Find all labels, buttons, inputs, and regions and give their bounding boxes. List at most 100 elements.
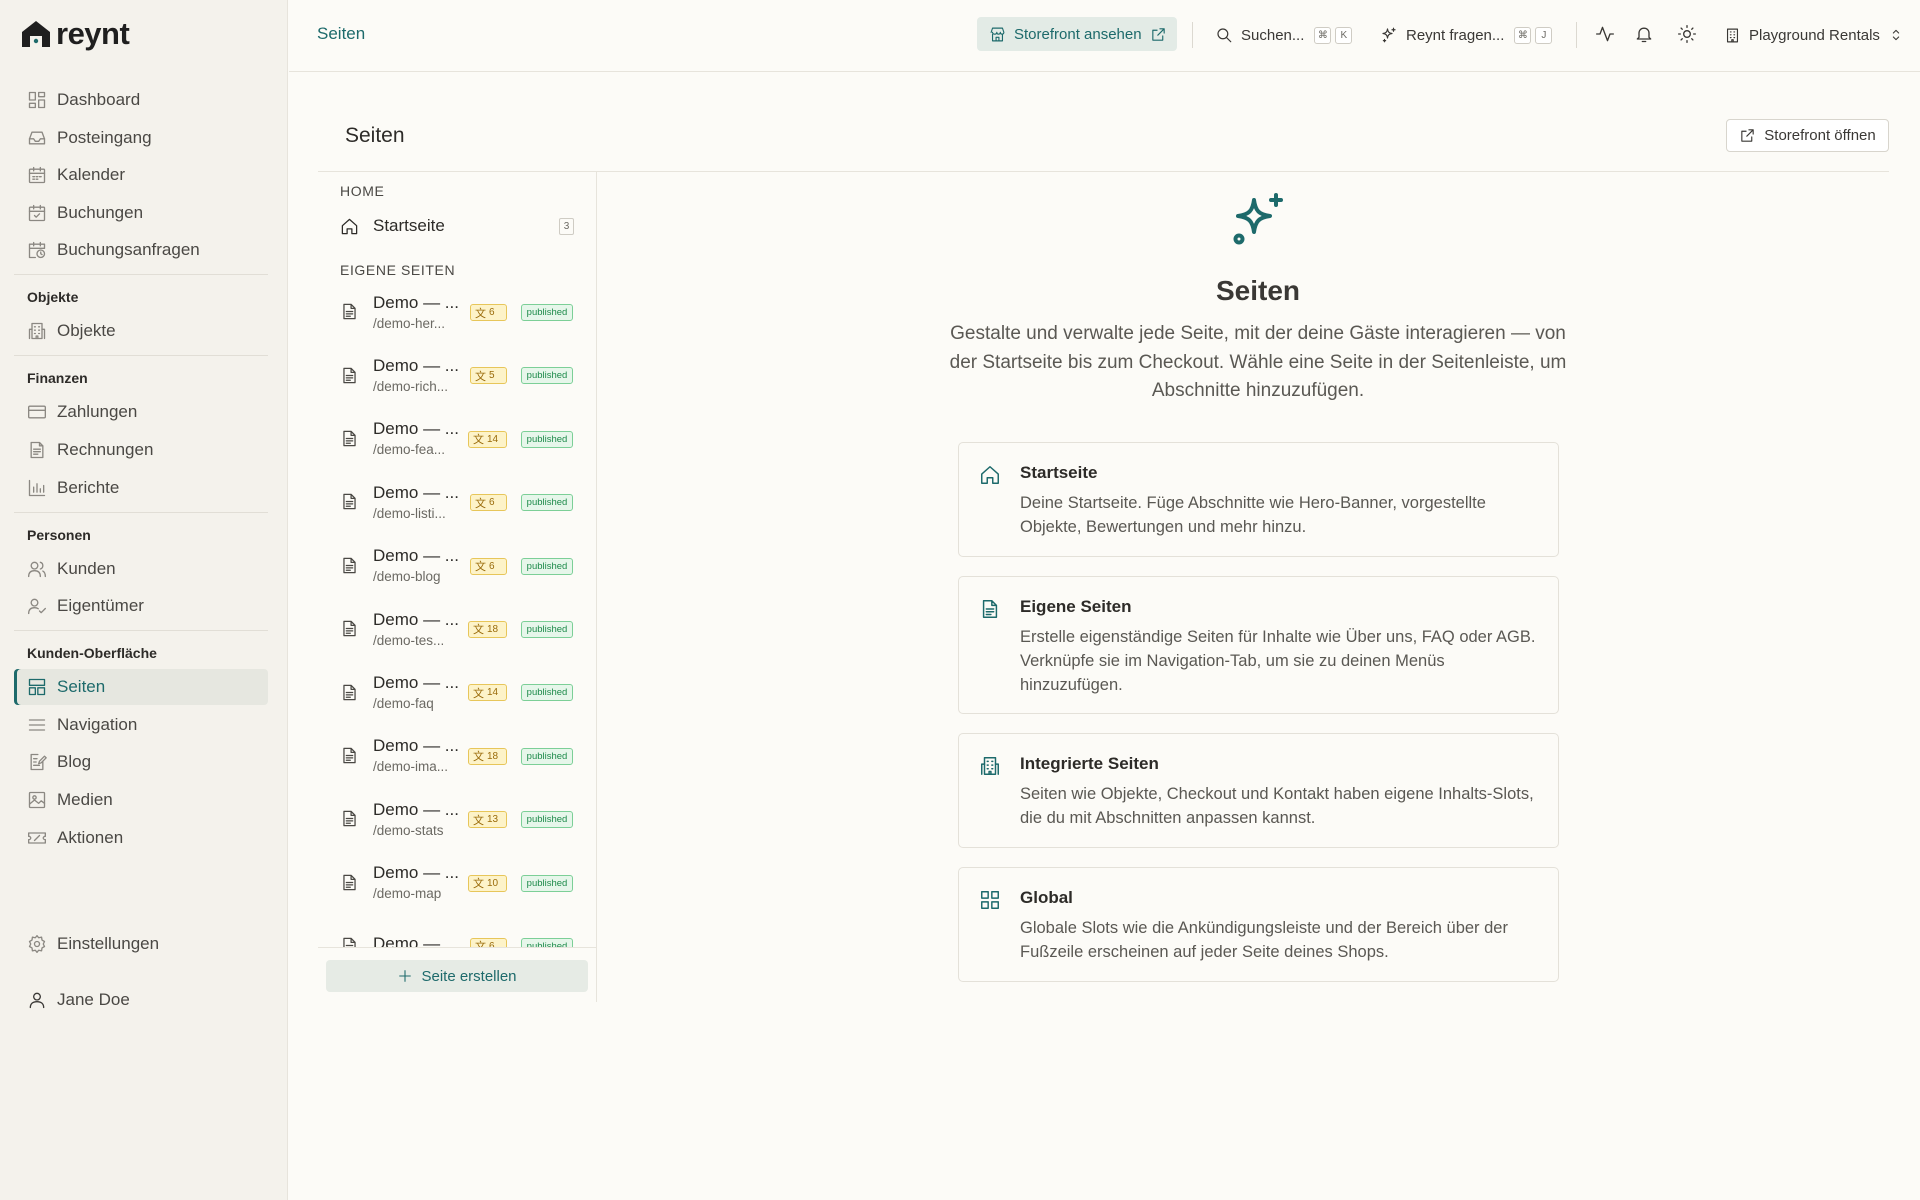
sidebar-heading-personen: Personen	[27, 526, 91, 543]
sidebar-item-objekte[interactable]: Objekte	[14, 313, 268, 349]
info-title: Seiten	[1215, 275, 1301, 306]
sidebar-item-label: Berichte	[57, 477, 120, 497]
translation-count: 5	[489, 370, 495, 382]
translate-icon: 文	[475, 307, 486, 320]
page-list-item[interactable]: Demo — ... /demo-fea... 文 14 published	[318, 407, 596, 470]
topbar-divider	[1576, 22, 1577, 48]
info-card-startseite: Startseite Deine Startseite. Füge Abschn…	[958, 442, 1559, 557]
page-title-text: Demo — ...	[373, 482, 459, 502]
building-icon	[981, 757, 999, 775]
translation-count: 6	[489, 497, 495, 509]
open-storefront-button[interactable]: Storefront öffnen	[1726, 119, 1889, 152]
ask-shortcut-key: ⌘	[1514, 26, 1532, 44]
sun-icon[interactable]	[1677, 24, 1697, 44]
activity-icon[interactable]	[1595, 24, 1615, 44]
translate-icon: 文	[473, 687, 484, 700]
calendar-clock-icon	[28, 242, 46, 259]
ask-reynt-button[interactable]: Reynt fragen... ⌘ J	[1380, 22, 1553, 48]
home-icon	[981, 466, 999, 484]
home-section-heading: HOME	[340, 183, 385, 199]
sidebar-item-dashboard[interactable]: Dashboard	[14, 82, 268, 118]
sidebar-item-berichte[interactable]: Berichte	[14, 470, 268, 506]
page-list-item[interactable]: Demo — ... /demo-her... 文6 published	[318, 280, 596, 343]
page-list-item[interactable]: Demo — ... 文6 published	[318, 914, 596, 947]
bell-icon[interactable]	[1634, 24, 1654, 44]
search-button[interactable]: Suchen... ⌘ K	[1215, 22, 1353, 48]
breadcrumb[interactable]: Seiten	[317, 24, 365, 44]
sidebar-item-label: Posteingang	[57, 127, 152, 147]
building-icon	[28, 323, 46, 340]
sidebar-item-kalender[interactable]: Kalender	[14, 157, 268, 193]
sidebar-item-zahlungen[interactable]: Zahlungen	[14, 394, 268, 430]
page-list-scroll[interactable]: Demo — .../demo-her... 文6 published Demo…	[318, 280, 596, 947]
sidebar-item-buchungen[interactable]: Buchungen	[14, 195, 268, 231]
calendar-check-icon	[28, 204, 46, 221]
grid-icon	[981, 891, 999, 909]
translation-count: 6	[489, 307, 495, 318]
sidebar-item-posteingang[interactable]: Posteingang	[14, 120, 268, 156]
document-icon	[343, 684, 356, 700]
status-badge: published	[521, 557, 573, 575]
image-icon	[28, 791, 46, 809]
translation-count: 18	[487, 623, 499, 635]
layout-icon	[28, 678, 46, 696]
page-list-item[interactable]: Demo — ... /demo-rich... 文5 published	[318, 343, 596, 406]
sidebar-item-eigentuemer[interactable]: Eigentümer	[14, 588, 268, 624]
sparkles-icon	[1382, 27, 1396, 43]
status-badge: published	[521, 304, 573, 321]
page-list-item[interactable]: Demo — ... /demo-ima... 文 18 published	[318, 724, 596, 787]
page-list-item[interactable]: Demo — ... /demo-faq 文 14 published	[318, 660, 596, 723]
sidebar-item-blog[interactable]: Blog	[14, 744, 268, 780]
status-badge: published	[521, 811, 573, 829]
page-item-startseite[interactable]: Startseite 3	[340, 212, 574, 240]
ask-reynt-label: Reynt fragen...	[1406, 26, 1505, 44]
sidebar-item-label: Blog	[57, 752, 92, 772]
page-title-text: Demo — ...	[373, 356, 459, 376]
user-profile-button[interactable]: Jane Doe	[14, 982, 268, 1018]
search-shortcut-key: K	[1335, 26, 1353, 44]
sidebar-divider	[14, 274, 268, 276]
translate-icon: 文	[475, 370, 486, 383]
status-badge: published	[521, 937, 573, 947]
view-storefront-label: Storefront ansehen	[1014, 25, 1142, 43]
open-storefront-label: Storefront öffnen	[1764, 127, 1876, 144]
sidebar-item-seiten[interactable]: Seiten	[14, 669, 268, 706]
sidebar-item-rechnungen[interactable]: Rechnungen	[14, 432, 268, 468]
page-title-text: Demo — ...	[373, 934, 459, 947]
sidebar-item-kunden[interactable]: Kunden	[14, 551, 268, 587]
page-list-item[interactable]: Demo — ... /demo-stats 文 13 published	[318, 787, 596, 850]
sidebar-item-navigation[interactable]: Navigation	[14, 707, 268, 743]
page-list-item[interactable]: Demo — ... /demo-map 文 10 published	[318, 851, 596, 914]
sidebar-item-einstellungen[interactable]: Einstellungen	[14, 926, 268, 962]
invoice-icon	[30, 441, 44, 459]
page-list-item[interactable]: Demo — ... /demo-listi... 文6 published	[318, 470, 596, 533]
search-shortcut-key: ⌘	[1314, 26, 1332, 44]
sidebar-item-buchungsanfragen[interactable]: Buchungsanfragen	[14, 232, 268, 268]
sidebar-item-medien[interactable]: Medien	[14, 782, 268, 818]
search-label: Suchen...	[1241, 26, 1305, 44]
status-badge: published	[521, 620, 573, 638]
logo-house-icon	[22, 21, 50, 47]
info-description: Gestalte und verwalte jede Seite, mit de…	[949, 323, 1567, 401]
sidebar-item-label: Buchungen	[57, 202, 144, 222]
sidebar-item-aktionen[interactable]: Aktionen	[14, 820, 268, 856]
translation-count-badge: 文 13	[468, 811, 507, 829]
workspace-switcher[interactable]: Playground Rentals	[1724, 22, 1904, 48]
document-icon	[343, 874, 356, 890]
search-icon	[1217, 28, 1232, 43]
logo[interactable]: reynt	[20, 16, 130, 52]
page-title-text: Demo — ...	[373, 863, 459, 883]
info-card-eigene-seiten: Eigene Seiten Erstelle eigenständige Sei…	[958, 576, 1559, 714]
page-slug-text: /demo-tes...	[373, 632, 445, 648]
create-page-button[interactable]: Seite erstellen	[326, 960, 588, 992]
page-title-text: Demo — ...	[373, 736, 459, 756]
view-storefront-button[interactable]: Storefront ansehen	[977, 17, 1177, 51]
page-list-item[interactable]: Demo — ... /demo-tes... 文 18 published	[318, 597, 596, 660]
sidebar-divider	[14, 511, 268, 513]
sidebar-divider	[14, 355, 268, 357]
status-badge: published	[521, 874, 573, 892]
page-list-item[interactable]: Demo — ... /demo-blog 文6 published	[318, 534, 596, 597]
ticket-icon	[28, 831, 46, 844]
sidebar-item-label: Zahlungen	[57, 402, 138, 422]
document-icon	[343, 494, 356, 510]
